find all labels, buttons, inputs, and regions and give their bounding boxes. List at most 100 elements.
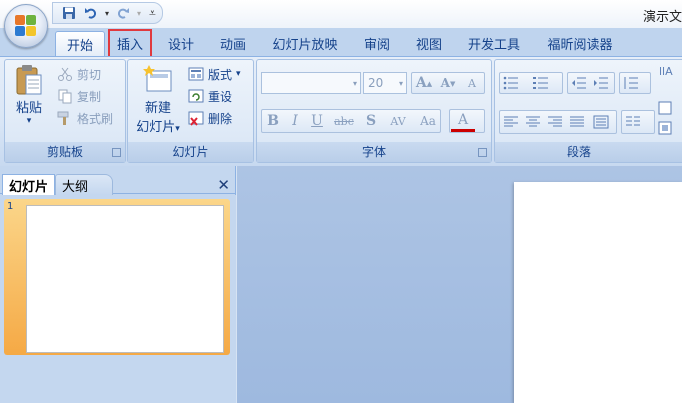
layout-button[interactable]: 版式 ▾ <box>188 64 241 84</box>
character-spacing-button[interactable]: AV <box>383 110 413 132</box>
tab-foxit-reader[interactable]: 福昕阅读器 <box>538 31 622 56</box>
grow-font-button[interactable]: A ▲ <box>413 72 435 94</box>
cut-button[interactable]: 剪切 <box>57 64 101 84</box>
justify-icon[interactable] <box>569 114 585 130</box>
paste-icon <box>16 65 42 95</box>
layout-dropdown-icon: ▾ <box>236 69 241 79</box>
tab-design[interactable]: 设计 <box>160 31 202 56</box>
layout-label: 版式 <box>208 67 233 82</box>
svg-text:llA: llA <box>659 65 673 78</box>
new-slide-button[interactable]: 新建 幻灯片▾ <box>130 63 186 135</box>
eraser-icon: A <box>468 76 476 90</box>
slide-number: 1 <box>7 201 14 212</box>
slide-editing-area <box>237 166 682 403</box>
underline-button[interactable]: U <box>307 110 327 132</box>
format-painter-button[interactable]: 格式刷 <box>57 108 113 128</box>
office-button[interactable] <box>4 4 48 48</box>
align-center-icon[interactable] <box>525 114 541 130</box>
tab-home[interactable]: 开始 <box>55 31 105 56</box>
change-case-button[interactable]: Aa <box>415 110 441 132</box>
delete-slide-button[interactable]: 删除 <box>188 108 232 128</box>
layout-icon <box>188 66 204 82</box>
font-group: ▾ 20 ▾ A ▲ A ▼ A B I U abc S AV Aa A 字体 <box>256 59 492 163</box>
delete-slide-label: 删除 <box>208 111 233 126</box>
new-slide-label-line1: 新建 <box>144 101 171 116</box>
numbering-icon[interactable] <box>533 75 549 91</box>
save-icon[interactable] <box>59 4 79 22</box>
new-slide-dropdown-icon[interactable]: ▾ <box>175 124 180 134</box>
tab-insert[interactable]: 插入 <box>108 29 152 58</box>
pane-tabs: 幻灯片 大纲 ✕ <box>0 170 236 195</box>
increase-indent-icon[interactable] <box>593 75 609 91</box>
text-direction-icon[interactable]: llA <box>657 63 673 79</box>
window-title: 演示文 <box>642 10 682 25</box>
slides-group-label: 幻灯片 <box>128 142 253 162</box>
paragraph-group-label: 段落 <box>495 142 682 162</box>
shrink-font-button[interactable]: A ▼ <box>437 72 459 94</box>
font-name-dropdown-icon: ▾ <box>352 78 357 88</box>
undo-icon[interactable] <box>81 4 101 22</box>
new-slide-icon <box>143 65 172 92</box>
align-text-icon[interactable] <box>657 100 673 116</box>
distributed-icon[interactable] <box>593 114 609 130</box>
font-name-combo[interactable]: ▾ <box>261 72 361 94</box>
font-launcher-icon[interactable] <box>478 148 487 157</box>
tab-developer[interactable]: 开发工具 <box>460 31 528 56</box>
paste-label: 粘贴 <box>15 101 42 116</box>
paste-button[interactable]: 粘贴 ▾ <box>9 63 49 126</box>
format-painter-label: 格式刷 <box>77 111 114 126</box>
font-group-label: 字体 <box>257 142 491 162</box>
clipboard-launcher-icon[interactable] <box>112 148 121 157</box>
slides-outline-pane: 幻灯片 大纲 ✕ 1 <box>0 166 236 403</box>
thumbnail-list: 1 <box>0 195 236 403</box>
bold-button[interactable]: B <box>263 110 283 132</box>
tab-slideshow[interactable]: 幻灯片放映 <box>264 31 346 56</box>
reset-button[interactable]: 重设 <box>188 86 232 106</box>
tab-outline-pane[interactable]: 大纲 <box>55 174 113 195</box>
quick-access-toolbar: ▾ ▾ ⩡ <box>52 2 163 24</box>
smartart-icon[interactable] <box>657 120 673 136</box>
tab-slides-pane[interactable]: 幻灯片 <box>2 174 56 195</box>
ribbon: 粘贴 ▾ 剪切 复制 格式刷 剪贴板 新建 幻灯片▾ 版式 ▾ 重设 删除 幻灯… <box>0 56 682 166</box>
paragraph-group: llA 段落 <box>494 59 682 163</box>
slides-group: 新建 幻灯片▾ 版式 ▾ 重设 删除 幻灯片 <box>127 59 254 163</box>
line-spacing-icon[interactable] <box>623 75 639 91</box>
ribbon-tabs: 开始 插入 设计 动画 幻灯片放映 审阅 视图 开发工具 福昕阅读器 <box>0 28 682 58</box>
align-right-icon[interactable] <box>547 114 563 130</box>
font-size-dropdown-icon: ▾ <box>398 78 403 88</box>
bullets-icon[interactable] <box>503 75 519 91</box>
new-slide-label-line2: 幻灯片▾ <box>136 120 180 135</box>
redo-dropdown-icon[interactable]: ▾ <box>135 4 143 22</box>
font-color-button[interactable]: A <box>451 110 475 132</box>
reset-icon <box>188 88 204 104</box>
customize-qat-icon[interactable]: ⩡ <box>149 6 156 21</box>
clipboard-group-label: 剪贴板 <box>5 142 125 162</box>
strikethrough-button[interactable]: abc <box>329 110 359 132</box>
italic-button[interactable]: I <box>285 110 305 132</box>
title-bar: ▾ ▾ ⩡ 演示文 <box>0 0 682 28</box>
tab-review[interactable]: 审阅 <box>355 31 399 56</box>
clear-formatting-button[interactable]: A <box>461 72 483 94</box>
delete-slide-icon <box>188 110 204 126</box>
undo-dropdown-icon[interactable]: ▾ <box>103 4 111 22</box>
columns-icon[interactable] <box>625 114 641 130</box>
slide-thumbnail-image <box>26 205 224 353</box>
paste-dropdown-icon[interactable]: ▾ <box>27 116 32 126</box>
format-painter-icon <box>57 110 73 126</box>
redo-icon[interactable] <box>113 4 133 22</box>
reset-label: 重设 <box>208 89 233 104</box>
tab-view[interactable]: 视图 <box>408 31 450 56</box>
align-left-icon[interactable] <box>503 114 519 130</box>
slide-canvas[interactable] <box>514 182 682 403</box>
cut-label: 剪切 <box>77 67 102 82</box>
slide-thumbnail-selected[interactable]: 1 <box>4 199 230 355</box>
copy-icon <box>57 88 73 104</box>
text-shadow-button[interactable]: S <box>361 110 381 132</box>
copy-label: 复制 <box>77 89 102 104</box>
close-pane-icon[interactable]: ✕ <box>217 176 230 194</box>
decrease-indent-icon[interactable] <box>571 75 587 91</box>
font-size-combo[interactable]: 20 ▾ <box>363 72 407 94</box>
copy-button[interactable]: 复制 <box>57 86 101 106</box>
scissors-icon <box>57 66 73 82</box>
tab-animation[interactable]: 动画 <box>212 31 254 56</box>
